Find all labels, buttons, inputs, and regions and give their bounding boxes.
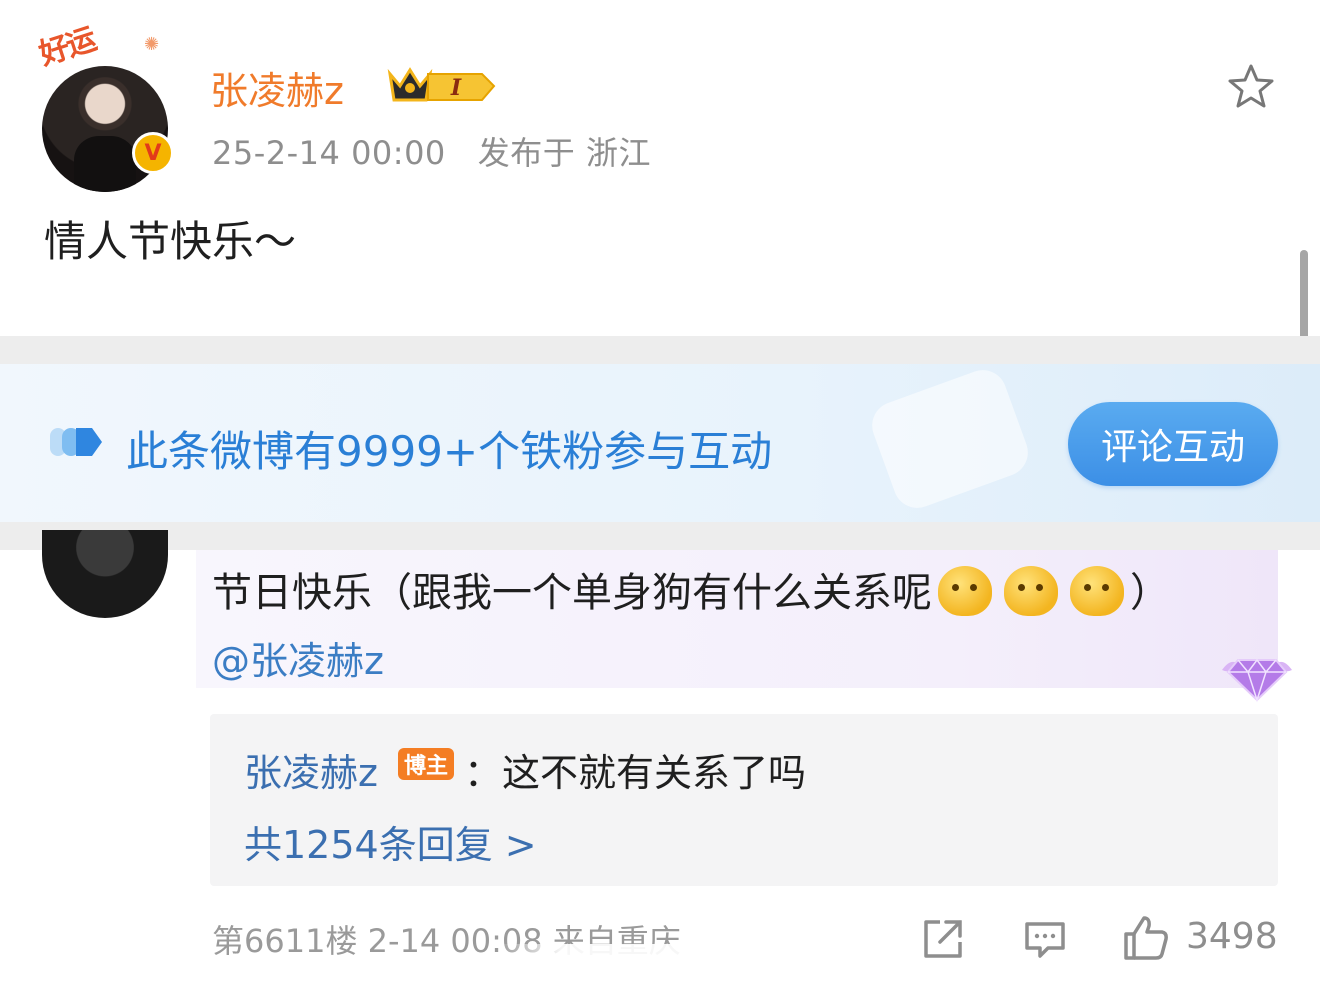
comment-text: 节日快乐（跟我一个单身狗有什么关系呢 ） <box>212 560 1170 618</box>
comment-text-end: ） <box>1130 570 1170 616</box>
lucky-badge: 好运 <box>35 22 100 73</box>
view-replies-link[interactable]: 共1254条回复 > <box>244 814 537 869</box>
post-author-avatar-group[interactable]: 好运 ✺ V <box>35 22 184 192</box>
post-location: 发布于 浙江 <box>477 134 651 172</box>
comment-avatar[interactable] <box>42 530 168 618</box>
section-divider <box>0 522 1320 550</box>
verified-badge: V <box>132 132 174 174</box>
reply-author-name[interactable]: 张凌赫z <box>244 742 378 797</box>
reply-text: ：这不就有关系了吗 <box>464 751 807 795</box>
favorite-star-icon[interactable] <box>1226 62 1276 112</box>
blogger-tag-badge: 博主 <box>398 748 454 780</box>
post-author-name[interactable]: 张凌赫z <box>210 60 344 115</box>
level-badge-text: I <box>450 75 462 101</box>
comment-interact-button[interactable]: 评论互动 <box>1068 402 1278 486</box>
post-timestamp: 25-2-14 00:00 <box>212 134 446 172</box>
fan-indicator-icon <box>50 428 102 456</box>
diamond-fan-badge-icon <box>1222 658 1292 703</box>
banner-decoration <box>865 363 1035 515</box>
comment-icon[interactable] <box>1022 916 1068 962</box>
post-meta: 25-2-14 00:00 发布于 浙江 <box>212 128 651 174</box>
section-divider <box>0 336 1320 364</box>
melting-face-emoji-icon <box>1070 566 1124 616</box>
like-thumbs-up-icon[interactable] <box>1120 912 1172 964</box>
post-body-text: 情人节快乐～ <box>44 217 297 266</box>
melting-face-emoji-icon <box>1004 566 1058 616</box>
comment-mention-link[interactable]: @张凌赫z <box>212 630 384 685</box>
watermark-overlay <box>496 944 826 980</box>
comment-text-main: 节日快乐（跟我一个单身狗有什么关系呢 <box>212 570 932 616</box>
sparkle-icon: ✺ <box>144 34 160 55</box>
like-count: 3498 <box>1186 916 1278 957</box>
crown-level-icon[interactable]: I <box>384 64 500 106</box>
melting-face-emoji-icon <box>938 566 992 616</box>
fan-banner-text: 此条微博有9999+个铁粉参与互动 <box>126 427 773 476</box>
share-icon[interactable] <box>920 916 966 962</box>
fan-interaction-banner: 此条微博有9999+个铁粉参与互动 评论互动 <box>0 363 1320 522</box>
